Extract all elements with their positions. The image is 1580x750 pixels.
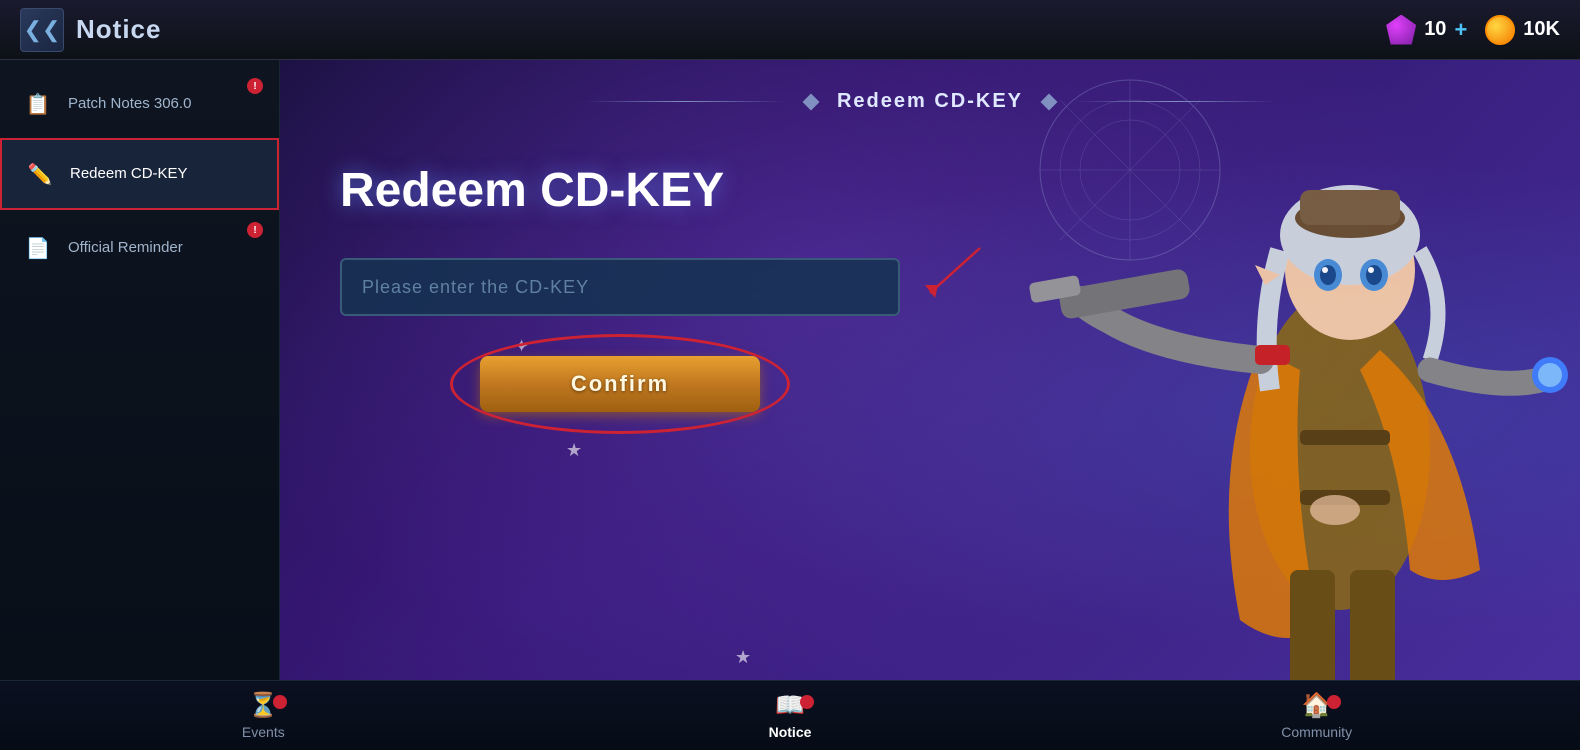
title-line-right (1075, 101, 1275, 102)
header-title: Notice (76, 14, 161, 45)
content-area: ★ ★ ✦ (280, 60, 1580, 750)
bottom-navigation: ⏳ Events 📖 Notice 🏠 Community (0, 680, 1580, 750)
reminder-badge: ! (247, 222, 263, 238)
notice-badge (800, 695, 814, 709)
redeem-icon: ✏️ (22, 156, 58, 192)
title-diamond-right (1041, 93, 1058, 110)
main-layout: 📋 Patch Notes 306.0 ! ✏️ Redeem CD-KEY 📄… (0, 60, 1580, 750)
nav-item-notice[interactable]: 📖 Notice (527, 691, 1054, 740)
confirm-button[interactable]: Confirm (480, 356, 760, 412)
header-left: ❮❮ Notice (20, 8, 161, 52)
header-right: 10 + 10K (1386, 15, 1560, 45)
sidebar-item-patch-notes[interactable]: 📋 Patch Notes 306.0 ! (0, 70, 279, 138)
reminder-icon: 📄 (20, 230, 56, 266)
header: ❮❮ Notice 10 + 10K (0, 0, 1580, 60)
sidebar: 📋 Patch Notes 306.0 ! ✏️ Redeem CD-KEY 📄… (0, 60, 280, 750)
cdkey-input-wrapper (340, 258, 900, 316)
sidebar-item-official-reminder[interactable]: 📄 Official Reminder ! (0, 214, 279, 282)
patch-notes-badge: ! (247, 78, 263, 94)
section-title-bar: Redeem CD-KEY (340, 90, 1520, 113)
back-button[interactable]: ❮❮ (20, 8, 64, 52)
coin-currency: 10K (1485, 15, 1560, 45)
nav-item-events[interactable]: ⏳ Events (0, 691, 527, 740)
cdkey-input[interactable] (340, 258, 900, 316)
community-badge (1327, 695, 1341, 709)
sidebar-item-redeem-cdkey[interactable]: ✏️ Redeem CD-KEY (0, 138, 279, 210)
arrow-annotation (900, 243, 1000, 303)
events-label: Events (242, 724, 285, 740)
confirm-btn-wrapper: Confirm (340, 356, 900, 412)
sidebar-item-reminder-label: Official Reminder (68, 238, 183, 258)
gem-count: 10 (1424, 18, 1446, 41)
back-icon: ❮❮ (24, 17, 61, 43)
content-ui: Redeem CD-KEY Redeem CD-KEY Confirm (280, 60, 1580, 750)
patch-notes-icon: 📋 (20, 86, 56, 122)
section-title-text: Redeem CD-KEY (837, 90, 1023, 113)
gem-currency: 10 + (1386, 15, 1467, 45)
title-line-left (585, 101, 785, 102)
gem-add-button[interactable]: + (1454, 17, 1467, 43)
title-diamond-left (802, 93, 819, 110)
sidebar-item-redeem-label: Redeem CD-KEY (70, 164, 188, 184)
events-badge (273, 695, 287, 709)
gem-icon (1386, 15, 1416, 45)
notice-label: Notice (769, 724, 812, 740)
nav-item-community[interactable]: 🏠 Community (1053, 691, 1580, 740)
coin-count: 10K (1523, 18, 1560, 41)
coin-icon (1485, 15, 1515, 45)
sidebar-item-patch-notes-label: Patch Notes 306.0 (68, 94, 191, 114)
main-heading: Redeem CD-KEY (340, 163, 724, 218)
community-label: Community (1281, 724, 1352, 740)
